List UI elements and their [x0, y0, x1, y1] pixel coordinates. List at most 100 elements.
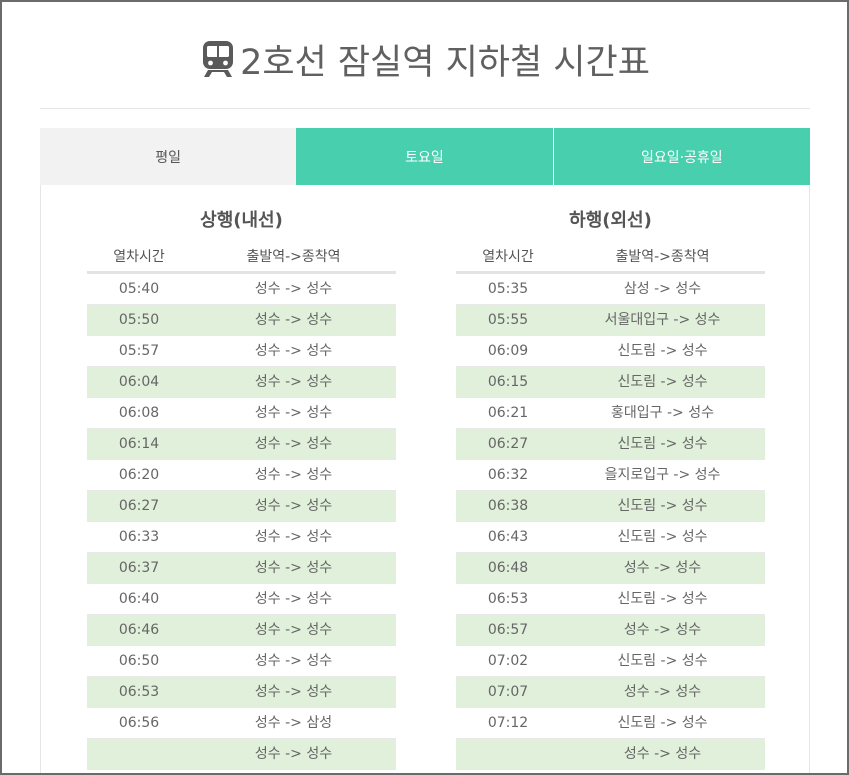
- table-row: 06:38 신도림 -> 성수: [456, 491, 765, 522]
- row-time: 05:57: [118, 343, 160, 359]
- row-route: 성수 -> 성수: [254, 591, 333, 607]
- row-route: 성수 -> 성수: [254, 312, 333, 328]
- row-route: 성수 -> 성수: [623, 746, 702, 762]
- table-row: 06:57 성수 -> 성수: [456, 615, 765, 646]
- table-row: 06:21 홍대입구 -> 성수: [456, 398, 765, 429]
- row-route: 신도림 -> 성수: [617, 374, 708, 390]
- table-row: 07:07 성수 -> 성수: [456, 677, 765, 708]
- row-route: 성수 -> 성수: [254, 746, 333, 762]
- row-route: 삼성 -> 성수: [623, 281, 702, 297]
- row-time: 06:32: [487, 467, 529, 483]
- page-title: 2호선 잠실역 지하철 시간표: [200, 34, 650, 85]
- down-col-route: 출발역->종착역: [615, 249, 710, 265]
- table-row: 06:27 신도림 -> 성수: [456, 429, 765, 460]
- row-time: 06:56: [118, 715, 160, 731]
- row-time: 06:37: [118, 560, 160, 576]
- row-route: 성수 -> 성수: [254, 436, 333, 452]
- row-time: 06:04: [118, 374, 160, 390]
- row-route: 신도림 -> 성수: [617, 529, 708, 545]
- table-row: 05:55 서울대입구 -> 성수: [456, 305, 765, 336]
- tab-sunday-holiday-label: 일요일·공휴일: [640, 149, 723, 166]
- row-route: 성수 -> 성수: [254, 405, 333, 421]
- day-tabs: 평일 토요일 일요일·공휴일: [40, 128, 810, 185]
- row-route: 신도림 -> 성수: [617, 498, 708, 514]
- row-time: 06:08: [118, 405, 160, 421]
- up-table-header: 열차시간 출발역->종착역: [87, 241, 396, 274]
- row-route: 성수 -> 삼성: [254, 715, 333, 731]
- table-row: 06:40 성수 -> 성수: [87, 584, 396, 615]
- up-heading-text: 상행(내선): [200, 210, 283, 231]
- tab-weekday[interactable]: 평일: [40, 128, 297, 185]
- row-route: 성수 -> 성수: [254, 343, 333, 359]
- row-time: 06:48: [487, 560, 529, 576]
- down-col-time: 열차시간: [482, 249, 534, 265]
- table-row: 06:43 신도림 -> 성수: [456, 522, 765, 553]
- row-route: 신도림 -> 성수: [617, 436, 708, 452]
- down-rows: 05:35 삼성 -> 성수 05:55 서울대입구 -> 성수 06:09 신도림 ->…: [456, 274, 765, 770]
- table-row: 06:53 신도림 -> 성수: [456, 584, 765, 615]
- row-route: 성수 -> 성수: [623, 622, 702, 638]
- table-row: 05:57 성수 -> 성수: [87, 336, 396, 367]
- table-row: 06:48 성수 -> 성수: [456, 553, 765, 584]
- row-time: 06:15: [487, 374, 529, 390]
- row-time: 06:27: [118, 498, 160, 514]
- row-time: 07:07: [487, 684, 529, 700]
- table-row: 06:15 신도림 -> 성수: [456, 367, 765, 398]
- up-col-time: 열차시간: [113, 249, 165, 265]
- row-route: 성수 -> 성수: [623, 684, 702, 700]
- table-row: 05:40 성수 -> 성수: [87, 274, 396, 305]
- timetable-down: 하행(외선) 열차시간 출발역->종착역 05:35 삼성 -> 성수 05:55 서…: [456, 185, 765, 770]
- row-route: 신도림 -> 성수: [617, 591, 708, 607]
- row-route: 성수 -> 성수: [254, 498, 333, 514]
- row-route: 성수 -> 성수: [254, 653, 333, 669]
- row-time: 05:55: [487, 312, 529, 328]
- row-route: 성수 -> 성수: [254, 622, 333, 638]
- table-row: 06:08 성수 -> 성수: [87, 398, 396, 429]
- tab-saturday-label: 토요일: [405, 149, 444, 166]
- row-route: 서울대입구 -> 성수: [604, 312, 721, 328]
- row-time: 06:57: [487, 622, 529, 638]
- row-route: 신도림 -> 성수: [617, 343, 708, 359]
- row-time: 06:33: [118, 529, 160, 545]
- row-time: 06:38: [487, 498, 529, 514]
- table-row: 06:27 성수 -> 성수: [87, 491, 396, 522]
- row-route: 을지로입구 -> 성수: [604, 467, 721, 483]
- row-time: 05:35: [487, 281, 529, 297]
- table-row: 성수 -> 성수: [87, 739, 396, 770]
- row-time: 06:09: [487, 343, 529, 359]
- row-time: 06:50: [118, 653, 160, 669]
- tab-weekday-label: 평일: [155, 149, 182, 166]
- row-time: 06:14: [118, 436, 160, 452]
- down-heading-text: 하행(외선): [569, 210, 652, 231]
- row-time: 05:50: [118, 312, 160, 328]
- table-row: 06:56 성수 -> 삼성: [87, 708, 396, 739]
- table-row: 06:04 성수 -> 성수: [87, 367, 396, 398]
- table-row: 06:20 성수 -> 성수: [87, 460, 396, 491]
- row-time: 06:46: [118, 622, 160, 638]
- timetable-up: 상행(내선) 열차시간 출발역->종착역 05:40 성수 -> 성수 05:50 성…: [87, 185, 396, 770]
- row-route: 성수 -> 성수: [254, 467, 333, 483]
- train-icon: [200, 40, 236, 78]
- row-time: 07:12: [487, 715, 529, 731]
- row-time: [87, 739, 191, 769]
- table-row: 06:32 을지로입구 -> 성수: [456, 460, 765, 491]
- row-route: 성수 -> 성수: [254, 560, 333, 576]
- table-row: 06:37 성수 -> 성수: [87, 553, 396, 584]
- row-route: 성수 -> 성수: [254, 684, 333, 700]
- tab-saturday[interactable]: 토요일: [296, 128, 553, 185]
- table-row: 성수 -> 성수: [456, 739, 765, 770]
- row-time: 07:02: [487, 653, 529, 669]
- row-time: 06:53: [487, 591, 529, 607]
- down-table-header: 열차시간 출발역->종착역: [456, 241, 765, 274]
- table-row: 06:14 성수 -> 성수: [87, 429, 396, 460]
- row-time: 06:53: [118, 684, 160, 700]
- table-row: 05:35 삼성 -> 성수: [456, 274, 765, 305]
- row-time: [456, 739, 560, 769]
- row-time: 05:40: [118, 281, 160, 297]
- page-title-text: 2호선 잠실역 지하철 시간표: [240, 42, 650, 83]
- table-row: 07:12 신도림 -> 성수: [456, 708, 765, 739]
- row-time: 06:27: [487, 436, 529, 452]
- tab-sunday-holiday[interactable]: 일요일·공휴일: [552, 128, 810, 185]
- table-row: 05:50 성수 -> 성수: [87, 305, 396, 336]
- up-col-route: 출발역->종착역: [246, 249, 341, 265]
